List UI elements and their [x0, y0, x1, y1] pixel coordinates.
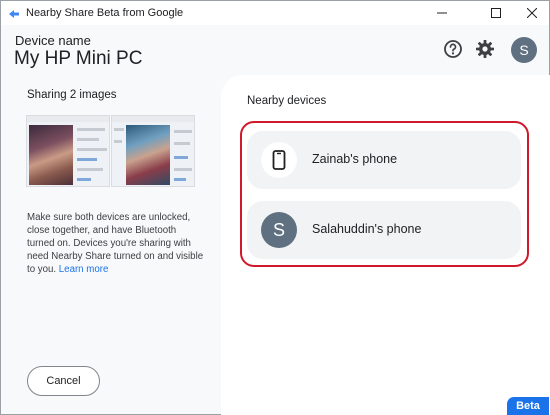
cancel-button[interactable]: Cancel [27, 366, 100, 396]
sharing-instructions: Make sure both devices are unlocked, clo… [27, 211, 205, 276]
nearby-share-window: Nearby Share Beta from Google Device nam… [0, 0, 550, 415]
device-name-label: Device name [15, 33, 91, 48]
gear-icon[interactable] [474, 38, 496, 60]
learn-more-link[interactable]: Learn more [59, 264, 109, 275]
minimize-icon[interactable] [423, 1, 461, 25]
nearby-share-app-icon [8, 7, 20, 19]
highlight-annotation [240, 121, 529, 267]
title-bar: Nearby Share Beta from Google [1, 1, 549, 25]
device-name[interactable]: My HP Mini PC [14, 48, 142, 70]
maximize-icon[interactable] [477, 1, 515, 25]
beta-badge: Beta [507, 397, 549, 415]
help-icon[interactable] [442, 38, 464, 60]
close-icon[interactable] [513, 1, 550, 25]
sharing-title: Sharing 2 images [27, 89, 117, 101]
window-title: Nearby Share Beta from Google [26, 7, 184, 19]
image-thumbnail [111, 115, 195, 187]
image-thumbnail [26, 115, 110, 187]
instructions-text: Make sure both devices are unlocked, clo… [27, 212, 204, 275]
nearby-devices-title: Nearby devices [247, 95, 327, 107]
account-avatar[interactable]: S [511, 37, 537, 63]
